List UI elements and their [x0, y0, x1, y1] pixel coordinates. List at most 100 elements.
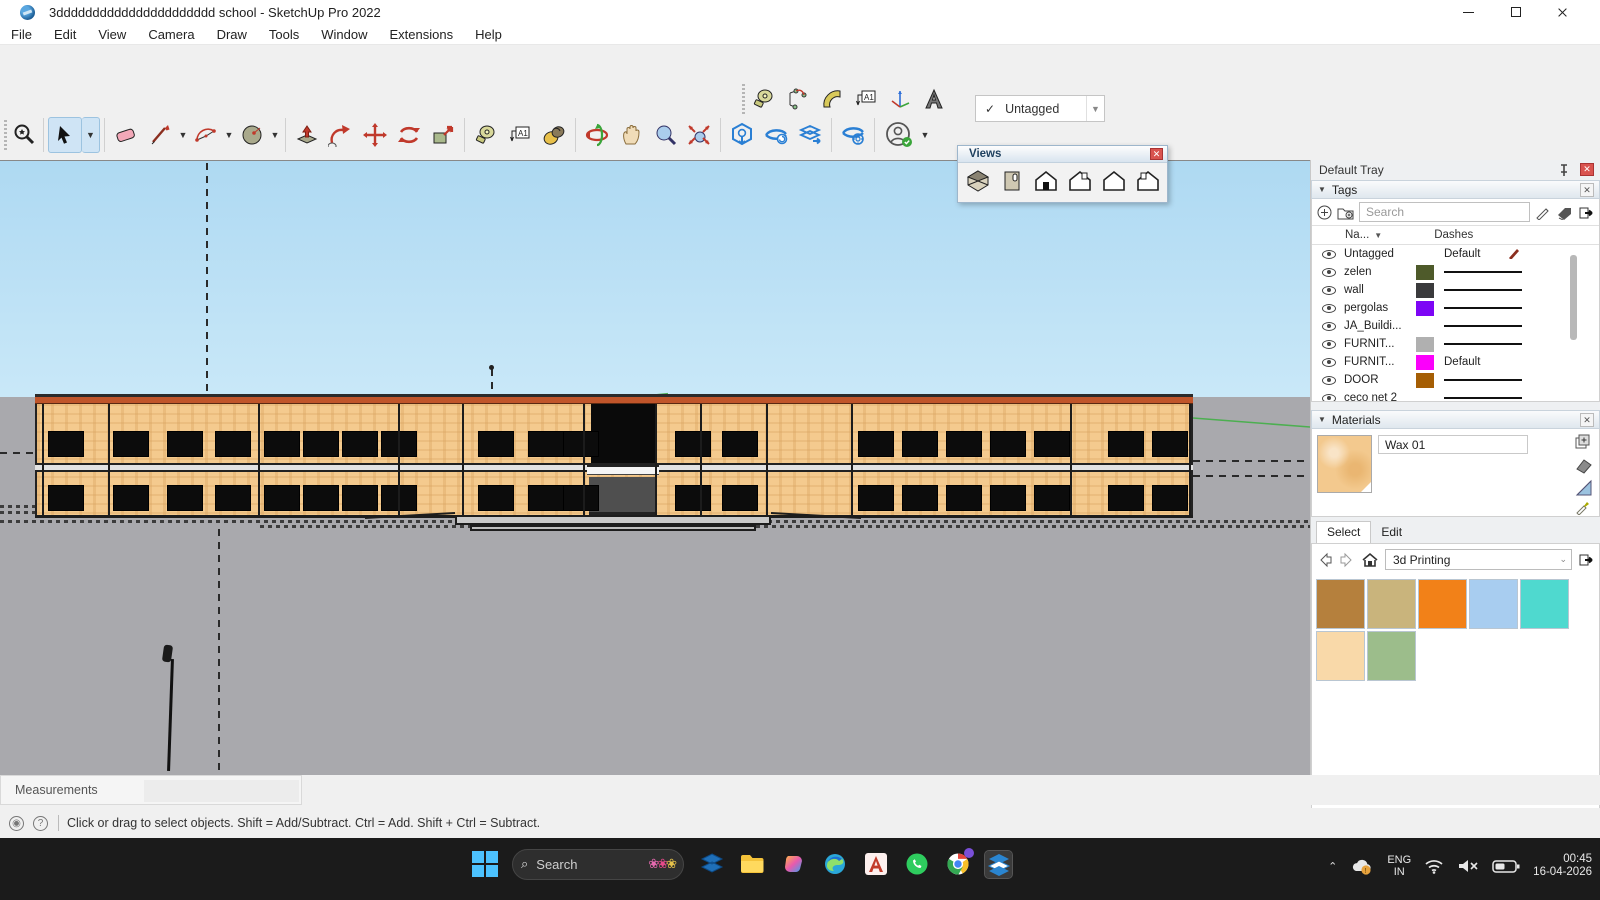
tray-close-button[interactable]: ✕	[1580, 163, 1594, 176]
taskbar-overflow-chevron[interactable]: ⌃	[1328, 860, 1337, 873]
menu-view[interactable]: View	[87, 27, 137, 42]
iso-view-button[interactable]	[964, 167, 991, 195]
sign-in-dropdown[interactable]: ▼	[919, 117, 931, 153]
dash-style-line[interactable]	[1444, 325, 1522, 327]
material-swatch[interactable]	[1367, 631, 1416, 681]
left-view-button[interactable]	[1134, 167, 1161, 195]
dimension-tool-button[interactable]	[781, 81, 815, 117]
views-title-bar[interactable]: Views ✕	[958, 146, 1167, 163]
tape-measure-tool-button[interactable]	[747, 81, 781, 117]
help-icon[interactable]: ?	[33, 816, 48, 831]
pushpull-tool-button[interactable]	[290, 117, 324, 153]
measurements-input[interactable]	[144, 780, 299, 802]
get-models-button[interactable]	[725, 117, 759, 153]
tag-color-swatch[interactable]	[1416, 319, 1434, 334]
taskbar-sketchup-active-icon[interactable]	[985, 851, 1012, 878]
views-close-button[interactable]: ✕	[1150, 148, 1163, 160]
battery-icon[interactable]	[1492, 859, 1520, 874]
tag-name[interactable]: ceco net 2	[1344, 392, 1416, 401]
tag-color-swatch[interactable]	[1416, 355, 1434, 370]
maximize-button[interactable]	[1492, 0, 1539, 24]
tag-row[interactable]: ceco net 2	[1312, 389, 1599, 401]
taskbar-whatsapp-icon[interactable]	[903, 851, 930, 878]
visibility-eye-icon[interactable]	[1322, 286, 1336, 295]
tag-name[interactable]: FURNIT...	[1344, 356, 1416, 368]
tags-section-header[interactable]: ▼ Tags ✕	[1311, 180, 1600, 199]
materials-details-icon[interactable]	[1578, 552, 1594, 567]
tag-name[interactable]: zelen	[1344, 266, 1416, 278]
circle-tool-button[interactable]	[235, 117, 269, 153]
visibility-eye-icon[interactable]	[1322, 304, 1336, 313]
text-tool-button[interactable]: A1	[849, 81, 883, 117]
active-tag-dropdown[interactable]: ✓ Untagged ▼	[975, 95, 1105, 122]
tag-row[interactable]: FURNIT... Default	[1312, 353, 1599, 371]
tags-close-button[interactable]: ✕	[1580, 183, 1594, 197]
add-tag-icon[interactable]	[1317, 205, 1332, 220]
tags-column-headers[interactable]: Na... ▼ Dashes	[1312, 225, 1599, 245]
taskbar-sketchup-layout-icon[interactable]	[698, 851, 725, 878]
material-swatch[interactable]	[1418, 579, 1467, 629]
paint-bucket-tool-button[interactable]	[537, 117, 571, 153]
toolbar-grip[interactable]	[742, 84, 745, 114]
top-view-button[interactable]	[998, 167, 1025, 195]
dash-style-label[interactable]: Default	[1444, 356, 1480, 368]
secondary-pane-icon[interactable]	[1575, 479, 1593, 497]
tags-search-input[interactable]: Search	[1359, 202, 1530, 222]
tag-row[interactable]: DOOR	[1312, 371, 1599, 389]
edit-pencil-icon[interactable]	[1535, 205, 1551, 220]
taskbar-file-explorer-icon[interactable]	[739, 851, 766, 878]
visibility-eye-icon[interactable]	[1322, 250, 1336, 259]
arc-tool-dropdown[interactable]: ▼	[223, 117, 235, 153]
taskbar-edge-icon[interactable]	[821, 851, 848, 878]
taskbar-autocad-icon[interactable]	[862, 851, 889, 878]
tag-name[interactable]: FURNIT...	[1344, 338, 1416, 350]
tag-color-swatch[interactable]	[1416, 265, 1434, 280]
purge-tag-icon[interactable]	[1556, 205, 1573, 220]
material-swatch[interactable]	[1469, 579, 1518, 629]
material-name-field[interactable]: Wax 01	[1378, 435, 1528, 454]
select-tool-button[interactable]	[48, 117, 82, 153]
dash-style-line[interactable]	[1444, 397, 1522, 399]
visibility-eye-icon[interactable]	[1322, 268, 1336, 277]
dash-style-label[interactable]: Default	[1444, 248, 1480, 260]
tag-color-swatch[interactable]	[1416, 301, 1434, 316]
tray-title-bar[interactable]: Default Tray ✕	[1311, 160, 1600, 180]
taskbar-chrome-icon[interactable]	[944, 851, 971, 878]
dash-style-line[interactable]	[1444, 379, 1522, 381]
dash-style-line[interactable]	[1444, 307, 1522, 309]
school-building-model[interactable]	[35, 394, 1193, 534]
materials-section-header[interactable]: ▼ Materials ✕	[1311, 410, 1600, 429]
tag-color-swatch[interactable]	[1416, 373, 1434, 388]
create-material-icon[interactable]	[1575, 433, 1591, 449]
onedrive-icon[interactable]: !	[1350, 857, 1374, 875]
material-swatch[interactable]	[1520, 579, 1569, 629]
tag-row[interactable]: zelen	[1312, 263, 1599, 281]
start-button[interactable]	[472, 851, 498, 877]
menu-help[interactable]: Help	[464, 27, 513, 42]
tag-color-swatch[interactable]	[1416, 247, 1434, 262]
material-swatch[interactable]	[1316, 579, 1365, 629]
menu-draw[interactable]: Draw	[206, 27, 258, 42]
tag-row[interactable]: wall	[1312, 281, 1599, 299]
share-component-button[interactable]	[793, 117, 827, 153]
menu-camera[interactable]: Camera	[137, 27, 205, 42]
wifi-icon[interactable]	[1424, 858, 1444, 874]
zoom-window-tool-button[interactable]	[9, 117, 39, 153]
share-model-button[interactable]	[759, 117, 793, 153]
model-viewport[interactable]	[0, 160, 1310, 775]
tag-name[interactable]: Untagged	[1344, 248, 1416, 260]
zoom-extents-tool-button[interactable]	[682, 117, 716, 153]
3d-text-tool-button[interactable]	[917, 81, 951, 117]
default-material-icon[interactable]	[1575, 457, 1593, 475]
sign-in-button[interactable]	[879, 117, 919, 153]
menu-edit[interactable]: Edit	[43, 27, 87, 42]
visibility-eye-icon[interactable]	[1322, 340, 1336, 349]
tag-color-swatch[interactable]	[1416, 391, 1434, 402]
menu-extensions[interactable]: Extensions	[379, 27, 465, 42]
tag-color-swatch[interactable]	[1416, 337, 1434, 352]
scale-tool-button[interactable]	[426, 117, 460, 153]
tag-row[interactable]: JA_Buildi...	[1312, 317, 1599, 335]
material-swatch[interactable]	[1316, 631, 1365, 681]
visibility-eye-icon[interactable]	[1322, 322, 1336, 331]
geolocation-icon[interactable]: ◉	[9, 816, 24, 831]
